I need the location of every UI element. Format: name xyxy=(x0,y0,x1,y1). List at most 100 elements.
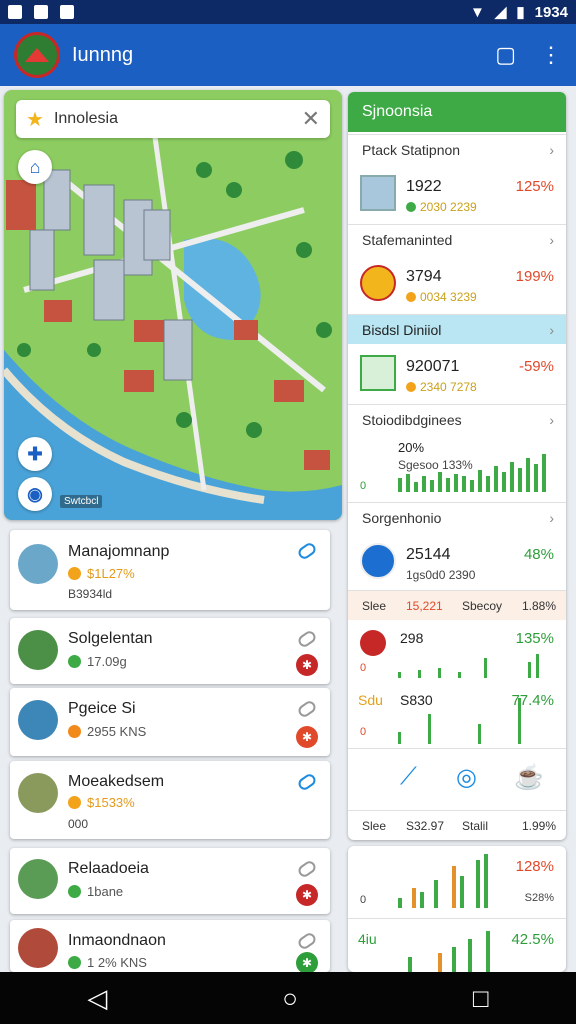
cup-icon[interactable]: ☕ xyxy=(514,763,544,792)
stat-row: 3794 199% 0034 3239 xyxy=(348,256,566,312)
pin-icon[interactable]: ✱ xyxy=(296,952,318,974)
axis-zero: 0 xyxy=(360,894,367,906)
place-rating: 17.09g xyxy=(68,654,127,669)
bar-chart xyxy=(398,454,546,492)
axis-zero: 0 xyxy=(360,726,367,738)
tag-icon[interactable] xyxy=(296,540,318,562)
stat-row: 25144 48% 1gs0d0 2390 xyxy=(348,534,566,590)
stat-icon xyxy=(360,630,386,656)
zoom-button[interactable]: ✚ xyxy=(18,437,52,471)
map-illustration xyxy=(4,90,342,520)
stat-value: 25144 xyxy=(406,546,451,563)
stat-value: 298 xyxy=(400,630,424,646)
chevron-right-icon: › xyxy=(549,411,554,428)
more-options-icon[interactable]: ⋮ xyxy=(540,42,562,68)
stat-icon xyxy=(360,543,396,579)
app-title: Iunnng xyxy=(72,43,134,66)
globe-icon[interactable]: ◎ xyxy=(456,763,477,792)
place-name: Relaadoeia xyxy=(68,860,149,877)
legend-row: Slee 15,221 Sbecoy 1.88% xyxy=(348,590,566,620)
place-thumbnail xyxy=(18,928,58,968)
close-icon[interactable]: ✕ xyxy=(302,106,320,132)
pin-icon[interactable]: ✱ xyxy=(296,654,318,676)
stat-percent: 199% xyxy=(515,268,554,285)
signal-icon: ◢ xyxy=(494,4,507,21)
back-icon[interactable]: ◁ xyxy=(87,983,107,1014)
place-name: Manajomnanp xyxy=(68,543,170,560)
location-button[interactable]: ◉ xyxy=(18,477,52,511)
stat-small: 1gs0d0 2390 xyxy=(406,568,476,582)
notification-icon xyxy=(34,5,48,19)
chart-row: 298 135% 0 xyxy=(348,622,566,686)
chart-icon[interactable]: ⟋ xyxy=(400,763,417,791)
place-sub: B3934ld xyxy=(68,587,113,601)
section-header[interactable]: Stafemaninted › xyxy=(348,224,566,254)
bar-chart xyxy=(398,654,539,678)
chevron-right-icon: › xyxy=(549,509,554,526)
chart-label: 4iu xyxy=(358,931,377,947)
tag-icon[interactable] xyxy=(296,858,318,880)
tag-icon[interactable] xyxy=(296,628,318,650)
stat-icon xyxy=(360,355,396,391)
stat-small: 0034 3239 xyxy=(406,290,477,304)
stat-row: 1922 125% 2030 2239 xyxy=(348,166,566,222)
stats-panel: Sjnoonsia Ptack Statipnon › 1922 125% 203… xyxy=(348,92,566,840)
app-logo xyxy=(14,32,60,78)
place-rating: $1533% xyxy=(68,795,135,810)
map-view[interactable]: ★ Innolesia ✕ ⌂ ✚ ◉ Swtcbcl xyxy=(4,90,342,520)
map-search-input[interactable]: Innolesia xyxy=(54,110,118,128)
place-rating: 1 2% KNS xyxy=(68,955,147,970)
chevron-right-icon: › xyxy=(549,321,554,338)
list-item[interactable]: Manajomnanp $1L27% B3934ld xyxy=(10,530,330,610)
section-header[interactable]: Sorgenhonio › xyxy=(348,502,566,532)
chart-row: 4iu 42.5% xyxy=(348,918,566,972)
tag-icon[interactable] xyxy=(296,698,318,720)
chart-label: Sdu xyxy=(358,692,383,708)
stat-small: 2030 2239 xyxy=(406,200,477,214)
home-icon[interactable]: ○ xyxy=(282,983,298,1014)
status-time: 1934 xyxy=(534,3,568,21)
list-item[interactable]: Solgelentan 17.09g ✱ xyxy=(10,618,330,684)
pin-icon[interactable]: ✱ xyxy=(296,726,318,748)
stat-icon xyxy=(360,175,396,211)
stat-value: 1922 xyxy=(406,178,442,195)
place-rating: 2955 KNS xyxy=(68,724,146,739)
stat-percent: 42.5% xyxy=(511,931,554,948)
panel-title: Sjnoonsia xyxy=(348,92,566,132)
icon-row: ⟋ ◎ ☕ xyxy=(348,748,566,804)
tag-icon[interactable] xyxy=(296,771,318,793)
place-name: Pgeice Si xyxy=(68,700,136,717)
place-thumbnail xyxy=(18,859,58,899)
place-rating: $1L27% xyxy=(68,566,135,581)
pin-icon[interactable]: ✱ xyxy=(296,884,318,906)
map-search-box[interactable]: ★ Innolesia ✕ xyxy=(16,100,330,138)
notification-icon xyxy=(8,5,22,19)
stat-row: 920071 -59% 2340 7278 xyxy=(348,346,566,402)
stat-icon xyxy=(360,265,396,301)
list-item[interactable]: Pgeice Si 2955 KNS ✱ xyxy=(10,688,330,756)
list-item[interactable]: Relaadoeia 1bane ✱ xyxy=(10,848,330,914)
stat-value: 920071 xyxy=(406,358,460,375)
chat-icon[interactable]: ▢ xyxy=(495,42,516,68)
legend-row: Slee S32.97 Stalil 1.99% xyxy=(348,810,566,840)
stat-value: 3794 xyxy=(406,268,442,285)
stat-percent: 128% xyxy=(515,858,554,875)
place-thumbnail xyxy=(18,773,58,813)
battery-icon: ▮ xyxy=(516,4,525,21)
list-item[interactable]: Moeakedsem $1533% 000 xyxy=(10,761,330,839)
place-sub: 000 xyxy=(68,817,89,831)
tag-icon[interactable] xyxy=(296,930,318,952)
section-header[interactable]: Stoiodibdginees › xyxy=(348,404,566,434)
place-thumbnail xyxy=(18,544,58,584)
section-header[interactable]: Ptack Statipnon › xyxy=(348,134,566,164)
section-header[interactable]: Bisdsl Diniiol › xyxy=(348,314,566,344)
recents-icon[interactable]: □ xyxy=(473,983,489,1014)
list-item[interactable]: Inmaondnaon 1 2% KNS ✱ xyxy=(10,920,330,974)
wifi-icon: ▼ xyxy=(469,3,485,21)
stat-row: 20% Sgesoo 133% 0 xyxy=(348,436,566,494)
stat-percent: 135% xyxy=(515,630,554,647)
place-name: Moeakedsem xyxy=(68,773,165,790)
layers-button[interactable]: ⌂ xyxy=(18,150,52,184)
status-bar: ▼ ◢ ▮ 1934 xyxy=(0,0,576,24)
stat-percent: 48% xyxy=(523,546,554,563)
